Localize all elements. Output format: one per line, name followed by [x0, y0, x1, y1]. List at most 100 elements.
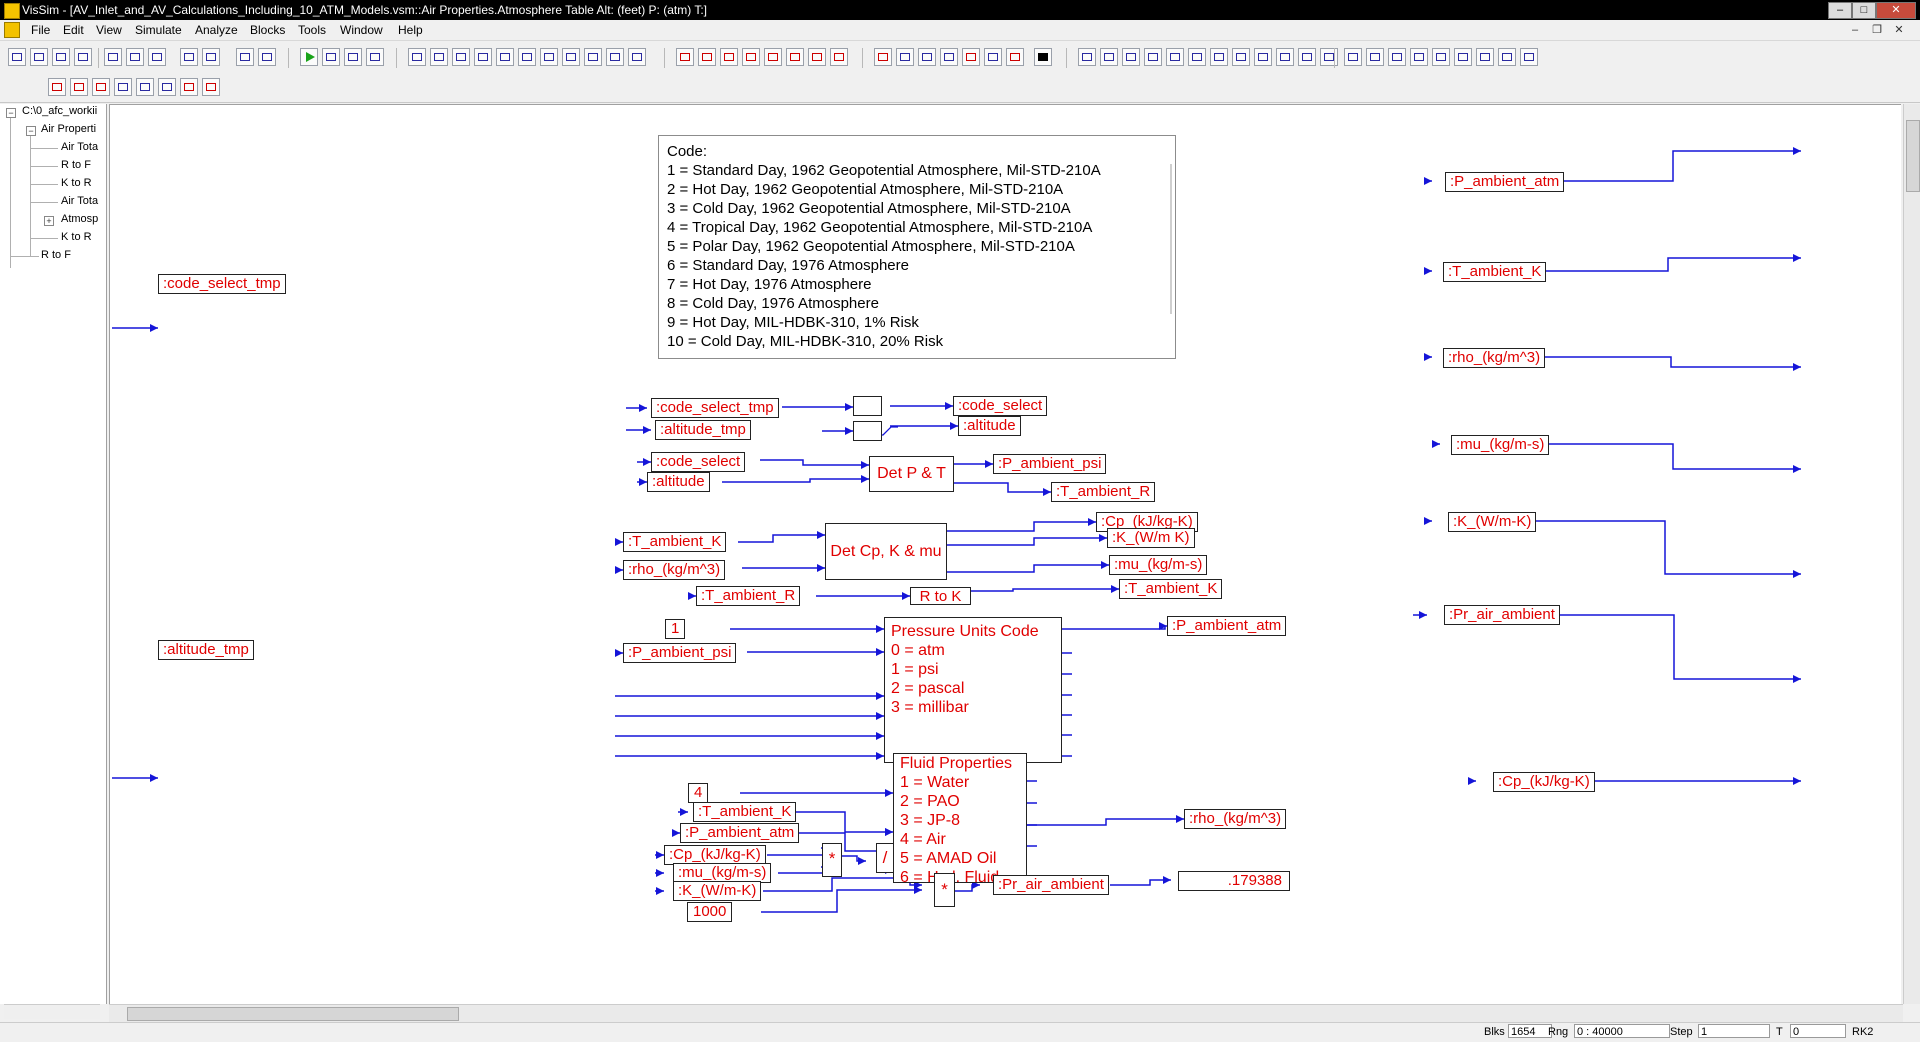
var-right-pr-air-ambient[interactable]: :Pr_air_ambient — [1444, 605, 1560, 625]
menu-blocks[interactable]: Blocks — [250, 23, 285, 37]
var-t-ambient-k-fluid-input[interactable]: :T_ambient_K — [693, 802, 797, 822]
logic-icon-9[interactable] — [1520, 48, 1538, 66]
wire-right-icon[interactable] — [180, 48, 198, 66]
divide-block[interactable]: / — [876, 843, 894, 873]
var-pr-air-ambient-output[interactable]: :Pr_air_ambient — [993, 875, 1109, 895]
logic-icon-3[interactable] — [1388, 48, 1406, 66]
block-icon-6[interactable] — [518, 48, 536, 66]
multiply-block-1[interactable]: * — [822, 843, 842, 877]
io-icon-5[interactable] — [984, 48, 1002, 66]
const-pressure-code[interactable]: 1 — [665, 619, 686, 639]
block-icon-10[interactable] — [606, 48, 624, 66]
limiter-block-1[interactable] — [853, 396, 882, 416]
maximize-button[interactable]: □ — [1852, 2, 1876, 19]
var-code-select-tmp-input[interactable]: :code_select_tmp — [158, 274, 286, 294]
menu-simulate[interactable]: Simulate — [135, 23, 182, 37]
io-icon-2[interactable] — [918, 48, 936, 66]
tree-item-r-to-f-1[interactable]: R to F — [61, 159, 104, 171]
move-up-icon[interactable] — [236, 48, 254, 66]
var-code-select-output[interactable]: :code_select — [953, 396, 1048, 416]
signal-icon-2[interactable] — [698, 48, 716, 66]
step-icon[interactable] — [344, 48, 362, 66]
var-altitude-output[interactable]: :altitude — [958, 416, 1021, 436]
var-cp-input[interactable]: :Cp_(kJ/kg-K) — [664, 845, 766, 865]
matrix-icon-5[interactable] — [136, 78, 154, 96]
tree-collapse-icon[interactable]: − — [6, 108, 16, 118]
arith-icon-10[interactable] — [1276, 48, 1294, 66]
signal-icon-5[interactable] — [764, 48, 782, 66]
block-icon-4[interactable] — [474, 48, 492, 66]
diagram-canvas[interactable]: Code: 1 = Standard Day, 1962 Geopotentia… — [109, 104, 1901, 1005]
matrix-icon-6[interactable] — [158, 78, 176, 96]
pr-value-display[interactable]: .179388 — [1178, 871, 1290, 891]
var-right-cp[interactable]: :Cp_(kJ/kg-K) — [1493, 772, 1595, 792]
label-icon[interactable] — [874, 48, 892, 66]
arith-icon-11[interactable] — [1298, 48, 1316, 66]
tree-item-air-total-2[interactable]: Air Tota — [61, 195, 104, 207]
tree-collapse-icon[interactable]: − — [26, 126, 36, 136]
var-k-output[interactable]: :K_(W/m K) — [1107, 528, 1195, 548]
logic-icon-2[interactable] — [1366, 48, 1384, 66]
mdi-close-button[interactable]: ✕ — [1890, 23, 1908, 37]
signal-icon-7[interactable] — [808, 48, 826, 66]
var-p-ambient-atm-output[interactable]: :P_ambient_atm — [1167, 616, 1287, 636]
mdi-restore-button[interactable]: ❐ — [1868, 23, 1886, 37]
var-t-ambient-k-input[interactable]: :T_ambient_K — [623, 532, 727, 552]
matrix-icon-8[interactable] — [202, 78, 220, 96]
save-file-icon[interactable] — [52, 48, 70, 66]
var-right-mu[interactable]: :mu_(kg/m-s) — [1451, 435, 1550, 455]
block-icon-5[interactable] — [496, 48, 514, 66]
run-simulation-icon[interactable] — [300, 48, 318, 66]
arith-icon-3[interactable] — [1122, 48, 1140, 66]
block-icon-1[interactable] — [408, 48, 426, 66]
var-mu-input[interactable]: :mu_(kg/m-s) — [673, 863, 772, 883]
tree-expand-icon[interactable]: + — [44, 216, 54, 226]
arith-icon-4[interactable] — [1144, 48, 1162, 66]
logic-icon-8[interactable] — [1498, 48, 1516, 66]
signal-icon-6[interactable] — [786, 48, 804, 66]
r-to-k-block[interactable]: R to K — [910, 587, 971, 605]
io-icon-4[interactable] — [962, 48, 980, 66]
limiter-block-2[interactable] — [853, 421, 882, 441]
pressure-units-block[interactable]: Pressure Units Code 0 = atm 1 = psi 2 = … — [884, 617, 1062, 763]
var-p-ambient-atm-input[interactable]: :P_ambient_atm — [680, 823, 800, 843]
block-icon-8[interactable] — [562, 48, 580, 66]
var-k-input[interactable]: :K_(W/m-K) — [673, 881, 762, 901]
tree-item-atmosphere[interactable]: Atmosp — [61, 213, 104, 225]
arith-icon-8[interactable] — [1232, 48, 1250, 66]
io-icon-6[interactable] — [1006, 48, 1024, 66]
var-rho-output[interactable]: :rho_(kg/m^3) — [1184, 809, 1287, 829]
pause-icon[interactable] — [322, 48, 340, 66]
det-p-and-t-block[interactable]: Det P & T — [869, 456, 954, 492]
multiply-block-2[interactable]: * — [934, 873, 955, 907]
det-cp-k-mu-block[interactable]: Det Cp, K & mu — [825, 523, 947, 580]
arith-icon-1[interactable] — [1078, 48, 1096, 66]
matrix-icon-7[interactable] — [180, 78, 198, 96]
var-rho-input[interactable]: :rho_(kg/m^3) — [623, 560, 726, 580]
var-altitude-tmp-input[interactable]: :altitude_tmp — [158, 640, 254, 660]
block-icon-9[interactable] — [584, 48, 602, 66]
logic-icon-5[interactable] — [1432, 48, 1450, 66]
var-p-ambient-psi-output[interactable]: :P_ambient_psi — [993, 454, 1107, 474]
var-code-select-tmp[interactable]: :code_select_tmp — [651, 398, 779, 418]
signal-icon-1[interactable] — [676, 48, 694, 66]
var-altitude[interactable]: :altitude — [647, 472, 710, 492]
arith-icon-9[interactable] — [1254, 48, 1272, 66]
block-icon-3[interactable] — [452, 48, 470, 66]
horizontal-scrollbar[interactable] — [109, 1004, 1903, 1022]
arith-icon-12[interactable] — [1320, 48, 1338, 66]
arith-icon-7[interactable] — [1210, 48, 1228, 66]
const-fluid-code[interactable]: 4 — [688, 783, 709, 803]
signal-icon-4[interactable] — [742, 48, 760, 66]
matrix-icon-2[interactable] — [70, 78, 88, 96]
block-icon-7[interactable] — [540, 48, 558, 66]
var-t-ambient-r-input[interactable]: :T_ambient_R — [696, 586, 801, 606]
arith-icon-5[interactable] — [1166, 48, 1184, 66]
tree-item-k-to-r-1[interactable]: K to R — [61, 177, 104, 189]
cut-icon[interactable] — [104, 48, 122, 66]
io-icon-1[interactable] — [896, 48, 914, 66]
var-t-ambient-r-output[interactable]: :T_ambient_R — [1051, 482, 1156, 502]
tree-item-air-total-1[interactable]: Air Tota — [61, 141, 104, 153]
arith-icon-6[interactable] — [1188, 48, 1206, 66]
var-t-ambient-k-output[interactable]: :T_ambient_K — [1119, 579, 1223, 599]
